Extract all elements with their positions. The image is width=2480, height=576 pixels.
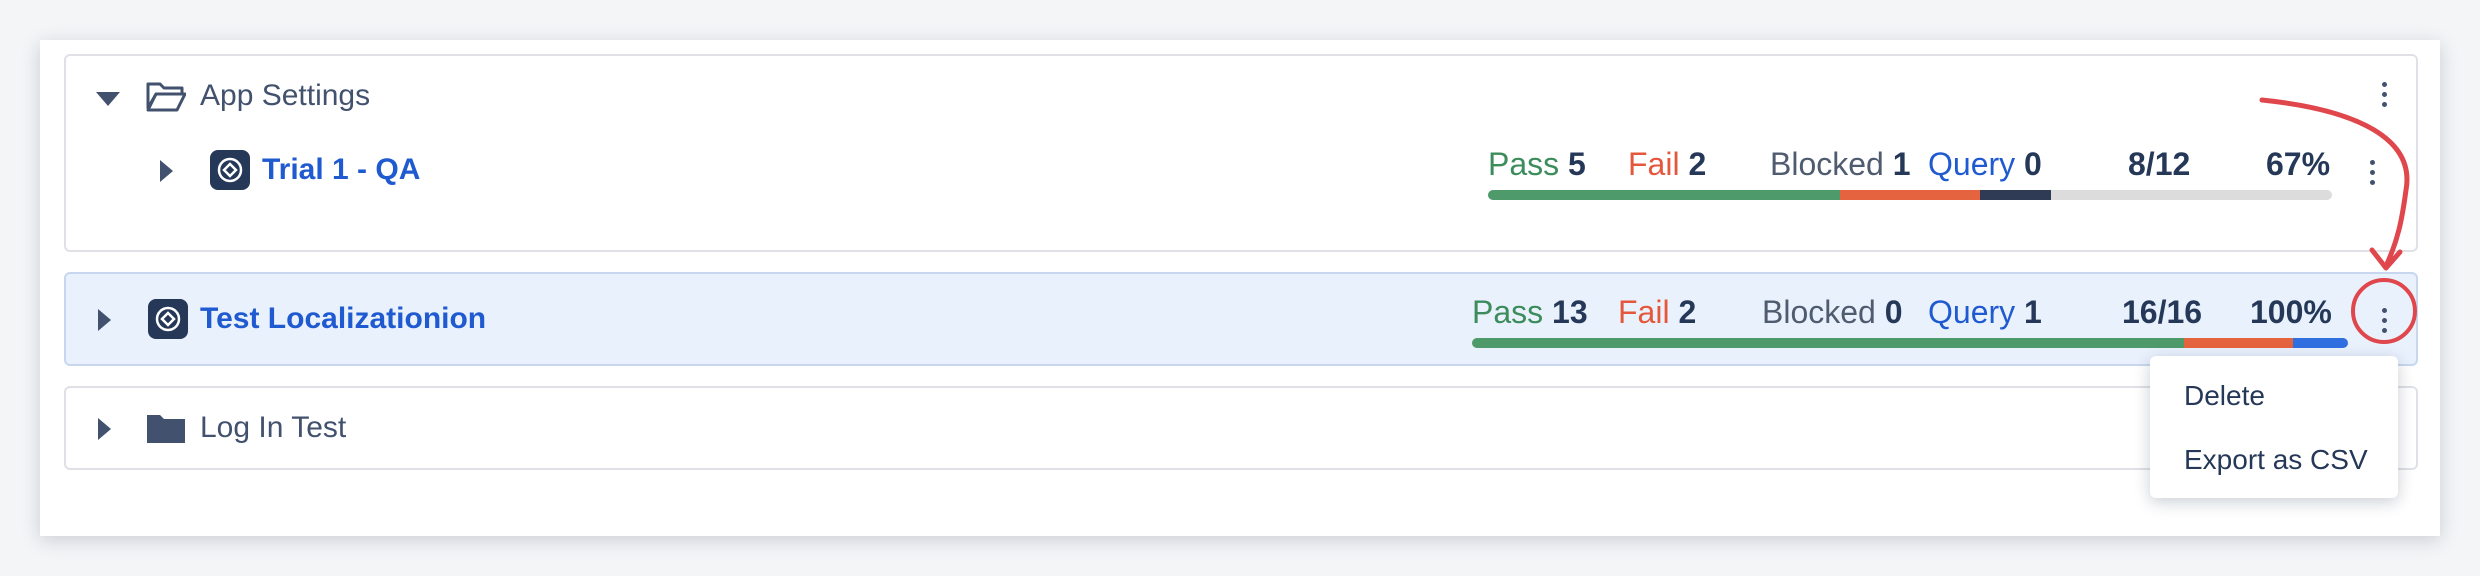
expand-caret-icon[interactable] bbox=[98, 309, 111, 331]
menu-item-export-csv[interactable]: Export as CSV bbox=[2184, 442, 2368, 478]
folder-panel-log-in-test: Log In Test bbox=[64, 386, 2418, 470]
annotation-arrow bbox=[2259, 97, 2410, 271]
suite-icon bbox=[148, 299, 188, 339]
expand-caret-icon[interactable] bbox=[98, 418, 111, 440]
suite-icon bbox=[210, 150, 250, 190]
context-menu: Delete Export as CSV bbox=[2150, 356, 2398, 498]
blocked-stat: Blocked 1 bbox=[1770, 146, 1911, 182]
progress-segment-pass bbox=[1472, 338, 2184, 348]
progress-segment-fail bbox=[1839, 190, 1981, 200]
pass-stat: Pass 13 bbox=[1472, 294, 1588, 330]
suite-panel-test-localization[interactable]: Test Localizationion Pass 13 Fail 2 Bloc… bbox=[64, 272, 2418, 366]
blocked-stat: Blocked 0 bbox=[1762, 294, 1903, 330]
folder-icon bbox=[147, 415, 185, 443]
suite-row-trial-1-qa: Trial 1 - QA Pass 5 Fail 2 Blocked 1 Que… bbox=[66, 136, 2416, 246]
suite-stats: Pass 13 Fail 2 Blocked 0 Query 1 16/16 1… bbox=[1472, 292, 2352, 352]
suite-title-link[interactable]: Test Localizationion bbox=[200, 299, 486, 339]
progress-segment-fail bbox=[2183, 338, 2294, 348]
collapse-caret-icon[interactable] bbox=[96, 92, 120, 106]
completed-ratio: 16/16 bbox=[2122, 294, 2203, 330]
folder-title[interactable]: Log In Test bbox=[200, 408, 346, 448]
pass-stat: Pass 5 bbox=[1488, 146, 1586, 182]
suite-title-link[interactable]: Trial 1 - QA bbox=[262, 150, 420, 190]
fail-stat: Fail 2 bbox=[1628, 146, 1707, 182]
progress-bar bbox=[1488, 190, 2332, 200]
query-stat: Query 0 bbox=[1928, 146, 2042, 182]
folder-panel-app-settings: App Settings Trial 1 - QA Pass 5 Fail 2 … bbox=[64, 54, 2418, 252]
completion-percent: 100% bbox=[2250, 294, 2332, 330]
progress-segment-blocked bbox=[1980, 190, 2051, 200]
annotation-highlight-circle bbox=[2351, 278, 2417, 344]
fail-stat: Fail 2 bbox=[1618, 294, 1697, 330]
folder-title[interactable]: App Settings bbox=[200, 76, 370, 116]
test-suite-card: App Settings Trial 1 - QA Pass 5 Fail 2 … bbox=[40, 40, 2440, 536]
completed-ratio: 8/12 bbox=[2128, 146, 2191, 182]
expand-caret-icon[interactable] bbox=[160, 160, 173, 182]
progress-bar bbox=[1472, 338, 2348, 348]
suite-stats: Pass 5 Fail 2 Blocked 1 Query 0 8/12 67% bbox=[1488, 144, 2336, 204]
progress-segment-query bbox=[2293, 338, 2348, 348]
menu-item-delete[interactable]: Delete bbox=[2184, 378, 2265, 414]
progress-segment-pass bbox=[1488, 190, 1840, 200]
query-stat: Query 1 bbox=[1928, 294, 2042, 330]
folder-open-icon bbox=[146, 82, 186, 112]
